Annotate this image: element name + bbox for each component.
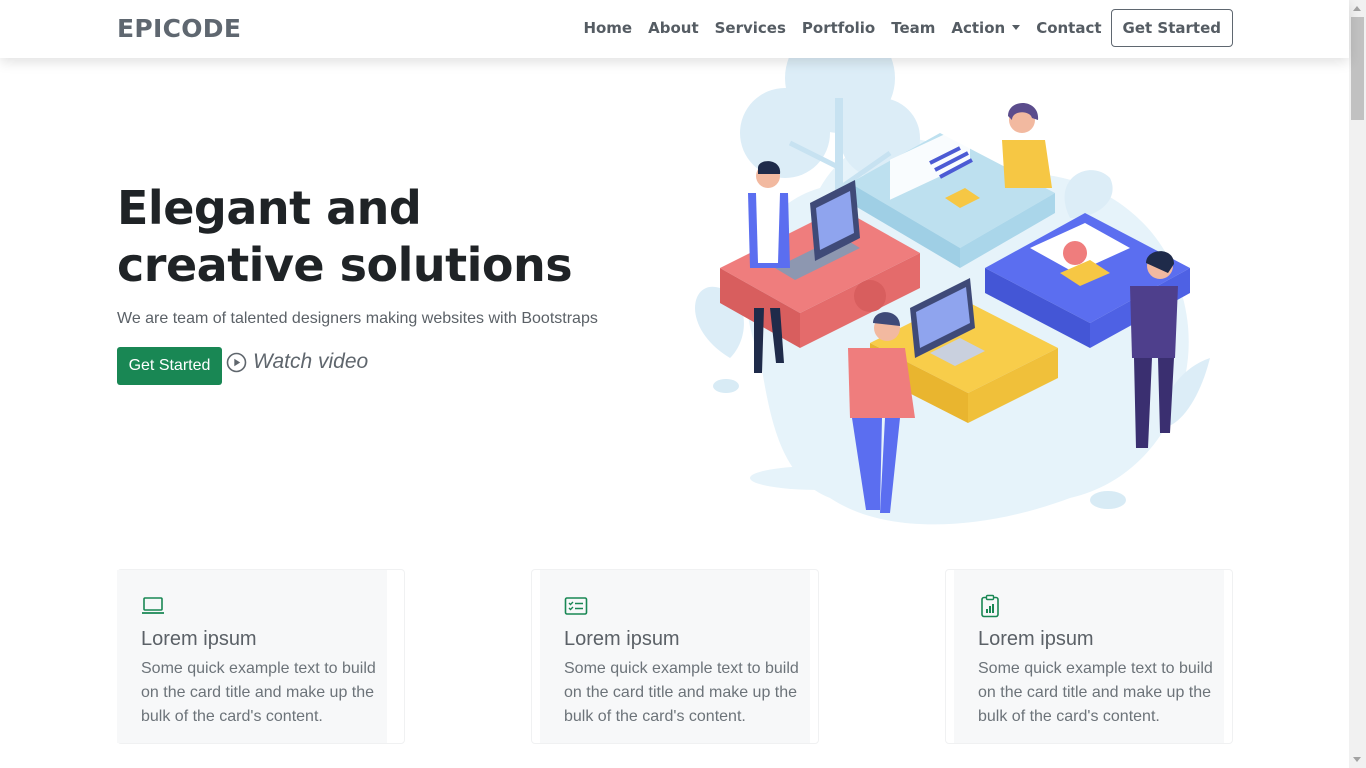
list-card-icon [564, 597, 588, 615]
nav-dropdown-action[interactable]: Action [943, 19, 1028, 37]
caret-down-icon [1012, 25, 1021, 30]
nav-link-team[interactable]: Team [883, 19, 943, 37]
navbar: EPICODE Home About Services Portfolio Te… [0, 0, 1349, 58]
hero-subtitle: We are team of talented designers making… [117, 310, 598, 327]
nav-link-services[interactable]: Services [707, 19, 794, 37]
get-started-button[interactable]: Get Started [117, 347, 222, 385]
hero-title: Elegant and creative solutions [117, 181, 573, 292]
scrollbar-thumb[interactable] [1351, 17, 1364, 120]
card-text: Some quick example text to build on the … [141, 660, 376, 725]
scroll-down-arrow-icon[interactable] [1353, 757, 1361, 762]
team-puzzle-illustration [695, 58, 1210, 525]
watch-video-link[interactable]: Watch video [226, 350, 368, 374]
watch-video-label: Watch video [253, 350, 369, 373]
card-title: Lorem ipsum [141, 628, 257, 650]
card-title: Lorem ipsum [564, 628, 680, 650]
nav-link-contact[interactable]: Contact [1028, 19, 1109, 37]
feature-card: Lorem ipsum Some quick example text to b… [117, 570, 387, 743]
play-circle-icon [226, 352, 247, 372]
nav-links: Home About Services Portfolio Team Actio… [575, 9, 1233, 47]
laptop-icon [142, 597, 164, 614]
brand-logo[interactable]: EPICODE [117, 14, 241, 43]
page-scrollbar[interactable] [1349, 0, 1366, 768]
card-text: Some quick example text to build on the … [978, 660, 1213, 725]
clipboard-chart-icon [981, 594, 999, 618]
card-title: Lorem ipsum [978, 628, 1094, 650]
nav-link-home[interactable]: Home [575, 19, 640, 37]
feature-card: Lorem ipsum Some quick example text to b… [540, 570, 810, 743]
card-text: Some quick example text to build on the … [564, 660, 799, 725]
nav-link-portfolio[interactable]: Portfolio [794, 19, 883, 37]
nav-link-action-label: Action [951, 19, 1006, 37]
feature-card: Lorem ipsum Some quick example text to b… [954, 570, 1224, 743]
scroll-up-arrow-icon[interactable] [1353, 6, 1361, 11]
nav-link-about[interactable]: About [640, 19, 707, 37]
get-started-nav-button[interactable]: Get Started [1110, 9, 1233, 47]
